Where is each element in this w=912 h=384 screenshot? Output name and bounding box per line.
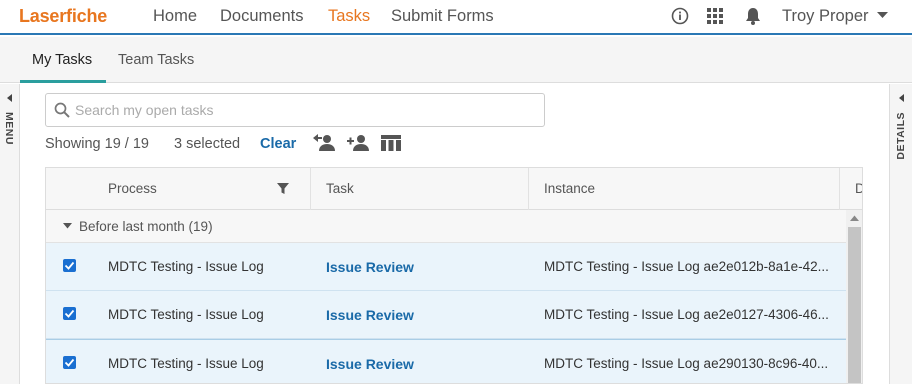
filter-icon[interactable] xyxy=(277,183,289,195)
active-tab-indicator xyxy=(20,80,106,83)
search-input[interactable] xyxy=(75,100,535,120)
row-checkbox[interactable] xyxy=(63,259,76,272)
cell-process: MDTC Testing - Issue Log xyxy=(108,259,264,274)
group-row[interactable]: Before last month (19) xyxy=(46,210,846,243)
scroll-up-arrow-icon[interactable] xyxy=(850,215,859,222)
user-menu[interactable]: Troy Proper xyxy=(782,7,869,26)
cell-instance: MDTC Testing - Issue Log ae290130-8c96-4… xyxy=(544,356,829,371)
details-rail[interactable]: DETAILS xyxy=(889,84,912,384)
clear-selection-button[interactable]: Clear xyxy=(260,136,296,152)
row-checkbox[interactable] xyxy=(63,307,76,320)
caret-left-icon xyxy=(7,94,12,102)
tab-my-tasks[interactable]: My Tasks xyxy=(32,52,92,68)
grid-header: Process Task Instance D xyxy=(46,168,862,210)
details-label: DETAILS xyxy=(895,112,907,160)
selected-count: 3 selected xyxy=(174,136,241,152)
column-header-task[interactable]: Task xyxy=(326,181,354,196)
check-icon xyxy=(64,261,75,270)
grid-scrollbar[interactable] xyxy=(846,210,862,383)
bell-icon[interactable] xyxy=(743,6,763,26)
menu-rail[interactable]: MENU xyxy=(0,84,20,384)
caret-down-icon[interactable] xyxy=(63,223,72,230)
scrollbar-thumb[interactable] xyxy=(848,227,861,383)
assign-user-icon[interactable] xyxy=(346,133,370,153)
tab-team-tasks[interactable]: Team Tasks xyxy=(118,52,194,68)
cell-instance: MDTC Testing - Issue Log ae2e012b-8a1e-4… xyxy=(544,259,829,274)
showing-count: Showing 19 / 19 xyxy=(45,136,149,152)
cell-instance: MDTC Testing - Issue Log ae2e0127-4306-4… xyxy=(544,307,829,322)
tasks-tab-bar: My Tasks Team Tasks xyxy=(0,37,912,83)
tasks-grid: Process Task Instance D Before last mont… xyxy=(45,167,863,384)
cell-task-link[interactable]: Issue Review xyxy=(326,356,414,372)
table-row[interactable]: MDTC Testing - Issue Log Issue Review MD… xyxy=(46,339,846,383)
apps-grid-icon[interactable] xyxy=(705,6,725,26)
column-header-instance[interactable]: Instance xyxy=(544,181,595,196)
table-row[interactable]: MDTC Testing - Issue Log Issue Review MD… xyxy=(46,291,846,339)
row-checkbox[interactable] xyxy=(63,356,76,369)
column-divider[interactable] xyxy=(839,168,840,210)
reassign-user-icon[interactable] xyxy=(312,133,336,153)
nav-documents[interactable]: Documents xyxy=(220,7,303,26)
column-header-process[interactable]: Process xyxy=(108,181,157,196)
search-icon xyxy=(54,102,70,118)
column-divider[interactable] xyxy=(310,168,311,210)
group-label: Before last month (19) xyxy=(79,219,213,234)
nav-home[interactable]: Home xyxy=(153,7,197,26)
column-divider[interactable] xyxy=(528,168,529,210)
nav-tasks[interactable]: Tasks xyxy=(328,7,370,26)
cell-task-link[interactable]: Issue Review xyxy=(326,259,414,275)
caret-left-icon xyxy=(899,94,904,102)
top-navigation-bar: Laserfiche Home Documents Tasks Submit F… xyxy=(0,0,912,35)
menu-label: MENU xyxy=(3,112,15,145)
info-icon[interactable] xyxy=(670,6,690,26)
column-header-d[interactable]: D xyxy=(855,181,862,196)
columns-icon[interactable] xyxy=(380,133,402,153)
check-icon xyxy=(64,309,75,318)
cell-task-link[interactable]: Issue Review xyxy=(326,307,414,323)
nav-submit-forms[interactable]: Submit Forms xyxy=(391,7,494,26)
laserfiche-logo[interactable]: Laserfiche xyxy=(19,6,107,27)
caret-down-icon[interactable] xyxy=(877,12,888,20)
table-row[interactable]: MDTC Testing - Issue Log Issue Review MD… xyxy=(46,243,846,291)
search-box[interactable] xyxy=(45,93,545,127)
cell-process: MDTC Testing - Issue Log xyxy=(108,356,264,371)
cell-process: MDTC Testing - Issue Log xyxy=(108,307,264,322)
check-icon xyxy=(64,358,75,367)
